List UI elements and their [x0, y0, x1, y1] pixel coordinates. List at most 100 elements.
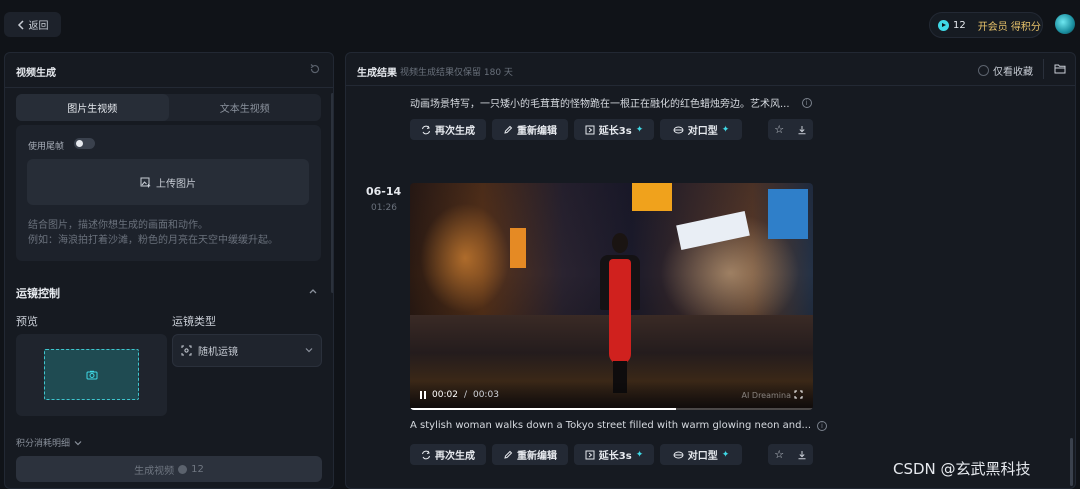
- tailframe-toggle[interactable]: [74, 138, 95, 149]
- sparkle-icon: ✦: [721, 124, 730, 135]
- video-current-time: 00:02: [432, 390, 458, 400]
- credits-count: 12: [953, 19, 966, 31]
- reset-icon[interactable]: [309, 63, 321, 75]
- scrollbar[interactable]: [331, 93, 333, 293]
- chevron-down-icon: [305, 348, 313, 353]
- camera-type-label: 运镜类型: [172, 315, 216, 328]
- favorites-only-label: 仅看收藏: [993, 67, 1033, 78]
- lipsync-label: 对口型: [687, 451, 718, 462]
- prompt-text: A stylish woman walks down a Tokyo stree…: [410, 420, 812, 431]
- video-frame-light: [420, 203, 510, 313]
- pause-icon[interactable]: [420, 391, 426, 399]
- fullscreen-icon[interactable]: [794, 390, 803, 399]
- regenerate-button[interactable]: 再次生成: [410, 119, 486, 140]
- credits-cost-icon: [178, 464, 188, 474]
- reedit-label: 重新编辑: [517, 126, 557, 137]
- generate-video-button[interactable]: 生成视频 12: [16, 456, 322, 482]
- download-icon[interactable]: [797, 125, 807, 135]
- reedit-label: 重新编辑: [517, 451, 557, 462]
- camera-icon: [86, 370, 97, 379]
- lipsync-label: 对口型: [687, 126, 718, 137]
- lipsync-button[interactable]: 对口型 ✦: [660, 444, 742, 465]
- upload-image-button[interactable]: 上传图片: [27, 159, 309, 205]
- info-icon[interactable]: i: [801, 97, 812, 108]
- sparkle-icon: ✦: [721, 449, 730, 460]
- prompt-text: 动画场景特写，一只矮小的毛茸茸的怪物跪在一根正在融化的红色蜡烛旁边。艺术风...: [410, 99, 790, 110]
- regenerate-label: 再次生成: [435, 126, 475, 137]
- generate-cost: 12: [191, 463, 204, 475]
- upload-area: 使用尾帧 上传图片 结合图片，描述你想生成的画面和动作。 例如：海浪拍打着沙滩，…: [16, 125, 321, 261]
- item-tools: ☆: [768, 119, 813, 140]
- result-item-1-prompt-row: 动画场景特写，一只矮小的毛茸茸的怪物跪在一根正在融化的红色蜡烛旁边。艺术风...…: [410, 95, 812, 110]
- edit-icon: [504, 450, 513, 459]
- camera-type-value: 随机运镜: [198, 347, 238, 358]
- item-tools: ☆: [768, 444, 813, 465]
- results-panel: 生成结果 视频生成结果仅保留 180 天 仅看收藏 动画场景特写，一只矮小的毛茸…: [345, 52, 1076, 489]
- video-frame-sign: [632, 183, 672, 211]
- extend-label: 延长3s: [598, 126, 632, 137]
- video-frame-subject: [600, 233, 640, 393]
- folder-icon[interactable]: [1054, 63, 1066, 74]
- credits-pill[interactable]: 12 开会员 得积分: [929, 12, 1043, 38]
- video-frame-sign: [510, 228, 526, 268]
- video-duration: 00:03: [472, 390, 499, 400]
- lipsync-button[interactable]: 对口型 ✦: [660, 119, 742, 140]
- regenerate-label: 再次生成: [435, 451, 475, 462]
- video-frame-sign: [768, 189, 808, 239]
- star-icon[interactable]: ☆: [774, 448, 784, 461]
- video-progress-fill: [410, 408, 676, 410]
- extend-3s-button[interactable]: 延长3s ✦: [574, 444, 654, 465]
- result-item-2-prompt-row: A stylish woman walks down a Tokyo stree…: [410, 420, 828, 431]
- favorites-only-toggle[interactable]: 仅看收藏: [978, 63, 1033, 78]
- reedit-button[interactable]: 重新编辑: [492, 119, 568, 140]
- download-icon[interactable]: [797, 450, 807, 460]
- divider: [1043, 59, 1044, 79]
- image-upload-icon: [140, 177, 151, 187]
- mode-tabs: 图片生视频 文本生视频: [16, 94, 321, 121]
- video-time-separator: /: [463, 390, 467, 400]
- camera-type-select[interactable]: 随机运镜: [172, 334, 322, 367]
- tailframe-label: 使用尾帧: [28, 142, 65, 152]
- sparkle-icon: ✦: [635, 124, 644, 135]
- reedit-button[interactable]: 重新编辑: [492, 444, 568, 465]
- scrollbar[interactable]: [1070, 438, 1073, 486]
- chevron-up-icon[interactable]: [308, 287, 318, 295]
- chevron-down-icon: [74, 440, 82, 445]
- extend-3s-button[interactable]: 延长3s ✦: [574, 119, 654, 140]
- camera-preview: [16, 334, 167, 416]
- upload-label: 上传图片: [156, 178, 196, 190]
- lips-icon: [673, 126, 684, 133]
- panel-title: 视频生成: [16, 68, 56, 79]
- prompt-hint-line-1: 结合图片，描述你想生成的画面和动作。: [28, 220, 208, 231]
- prompt-textarea[interactable]: 结合图片，描述你想生成的画面和动作。 例如：海浪拍打着沙滩，粉色的月亮在天空中缓…: [28, 218, 313, 248]
- preview-label: 预览: [16, 315, 38, 328]
- generate-label: 生成视频: [134, 465, 175, 477]
- extend-icon: [585, 450, 595, 459]
- back-button[interactable]: 返回: [4, 12, 61, 37]
- tab-image-to-video[interactable]: 图片生视频: [16, 94, 169, 121]
- cost-detail-toggle[interactable]: 积分消耗明细: [16, 436, 82, 449]
- generation-panel: 视频生成 图片生视频 文本生视频 使用尾帧 上传图片 结合图片，描述你想生成的画…: [4, 52, 334, 489]
- regenerate-icon: [422, 450, 430, 459]
- results-title: 生成结果: [357, 68, 397, 79]
- video-player[interactable]: 00:02 / 00:03 AI Dreamina: [410, 183, 813, 410]
- tab-text-to-video[interactable]: 文本生视频: [169, 94, 322, 121]
- csdn-watermark: CSDN @玄武黑科技: [893, 460, 1031, 478]
- lips-icon: [673, 451, 684, 458]
- user-avatar[interactable]: [1055, 14, 1075, 34]
- vip-link[interactable]: 开会员 得积分: [978, 18, 1041, 33]
- prompt-hint-line-2: 例如：海浪拍打着沙滩，粉色的月亮在天空中缓缓升起。: [28, 235, 278, 246]
- result-item-2-actions: 再次生成 重新编辑 延长3s ✦ 对口型 ✦ ☆: [410, 444, 813, 465]
- result-item-1-actions: 再次生成 重新编辑 延长3s ✦ 对口型 ✦ ☆: [410, 119, 813, 140]
- regenerate-button[interactable]: 再次生成: [410, 444, 486, 465]
- preview-frame: [44, 349, 139, 400]
- edit-icon: [504, 125, 513, 134]
- divider: [346, 85, 1075, 86]
- camera-section-title: 运镜控制: [16, 287, 60, 300]
- extend-label: 延长3s: [598, 451, 632, 462]
- cost-detail-label: 积分消耗明细: [16, 439, 71, 449]
- divider: [5, 87, 333, 88]
- star-icon[interactable]: ☆: [774, 123, 784, 136]
- video-progress-track[interactable]: [410, 408, 813, 410]
- info-icon[interactable]: i: [817, 420, 828, 431]
